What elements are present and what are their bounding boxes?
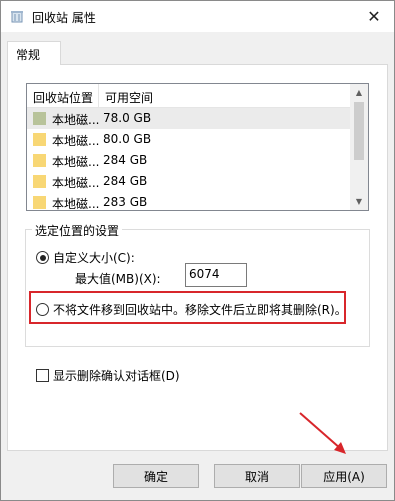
vertical-scrollbar[interactable]: ▲ ▼	[350, 84, 368, 210]
tab-general[interactable]: 常规	[7, 41, 61, 65]
folder-icon	[33, 154, 46, 167]
free-space-value: 80.0 GB	[103, 132, 152, 146]
scroll-down-icon[interactable]: ▼	[350, 193, 368, 210]
scroll-up-icon[interactable]: ▲	[350, 84, 368, 101]
recycle-bin-location-list[interactable]: 回收站位置 可用空间 本地磁... 78.0 GB 本地磁... 80.0 GB…	[26, 83, 369, 211]
annotation-arrow-icon	[299, 412, 346, 454]
custom-size-option[interactable]: 自定义大小(C):	[36, 249, 135, 266]
list-item[interactable]: 本地磁... 78.0 GB	[27, 108, 350, 129]
apply-button[interactable]: 应用(A)	[301, 464, 387, 488]
confirm-dialog-checkbox[interactable]	[36, 369, 49, 382]
free-space-value: 284 GB	[103, 153, 148, 167]
column-header-free-space[interactable]: 可用空间	[105, 89, 153, 106]
max-size-label: 最大值(MB)(X):	[75, 272, 161, 286]
selected-location-settings-group	[25, 229, 370, 347]
recycle-bin-properties-window: 回收站 属性 ✕ 常规 回收站位置 可用空间 本地磁... 78.0 GB 本地…	[0, 0, 395, 501]
cancel-button-label: 取消	[244, 469, 269, 484]
list-header: 回收站位置 可用空间	[27, 84, 350, 108]
max-size-input[interactable]: 6074	[185, 263, 247, 287]
free-space-value: 78.0 GB	[103, 111, 152, 125]
free-space-value: 284 GB	[103, 174, 148, 188]
location-name: 本地磁...	[52, 197, 100, 211]
delete-immediately-label: 不将文件移到回收站中。移除文件后立即将其删除(R)。	[53, 303, 347, 317]
location-name: 本地磁...	[52, 176, 100, 190]
cancel-button[interactable]: 取消	[214, 464, 300, 488]
close-button[interactable]: ✕	[354, 1, 394, 32]
location-name: 本地磁...	[52, 155, 100, 169]
tab-general-label: 常规	[16, 48, 41, 62]
delete-immediately-radio[interactable]	[36, 303, 49, 316]
group-label: 选定位置的设置	[32, 222, 123, 239]
location-name: 本地磁...	[52, 113, 100, 127]
column-divider[interactable]	[98, 84, 99, 108]
ok-button[interactable]: 确定	[113, 464, 199, 488]
list-item[interactable]: 本地磁... 80.0 GB	[27, 129, 350, 150]
column-header-location[interactable]: 回收站位置	[33, 89, 93, 106]
scrollbar-thumb[interactable]	[354, 102, 364, 160]
title-bar: 回收站 属性 ✕	[1, 1, 394, 32]
confirm-dialog-option[interactable]: 显示删除确认对话框(D)	[36, 367, 180, 384]
custom-size-radio[interactable]	[36, 251, 49, 264]
list-item[interactable]: 本地磁... 283 GB	[27, 192, 350, 211]
list-item[interactable]: 本地磁... 284 GB	[27, 171, 350, 192]
folder-icon	[33, 196, 46, 209]
folder-icon	[33, 133, 46, 146]
delete-immediately-option[interactable]: 不将文件移到回收站中。移除文件后立即将其删除(R)。	[36, 301, 347, 318]
confirm-dialog-label: 显示删除确认对话框(D)	[53, 369, 180, 383]
custom-size-label: 自定义大小(C):	[53, 251, 135, 265]
list-item[interactable]: 本地磁... 284 GB	[27, 150, 350, 171]
folder-icon	[33, 112, 46, 125]
folder-icon	[33, 175, 46, 188]
location-name: 本地磁...	[52, 134, 100, 148]
apply-button-label: 应用(A)	[323, 469, 365, 484]
ok-button-label: 确定	[143, 469, 168, 484]
window-title: 回收站 属性	[32, 11, 96, 25]
close-icon: ✕	[367, 7, 381, 26]
recycle-bin-icon	[11, 11, 23, 23]
free-space-value: 283 GB	[103, 195, 148, 209]
